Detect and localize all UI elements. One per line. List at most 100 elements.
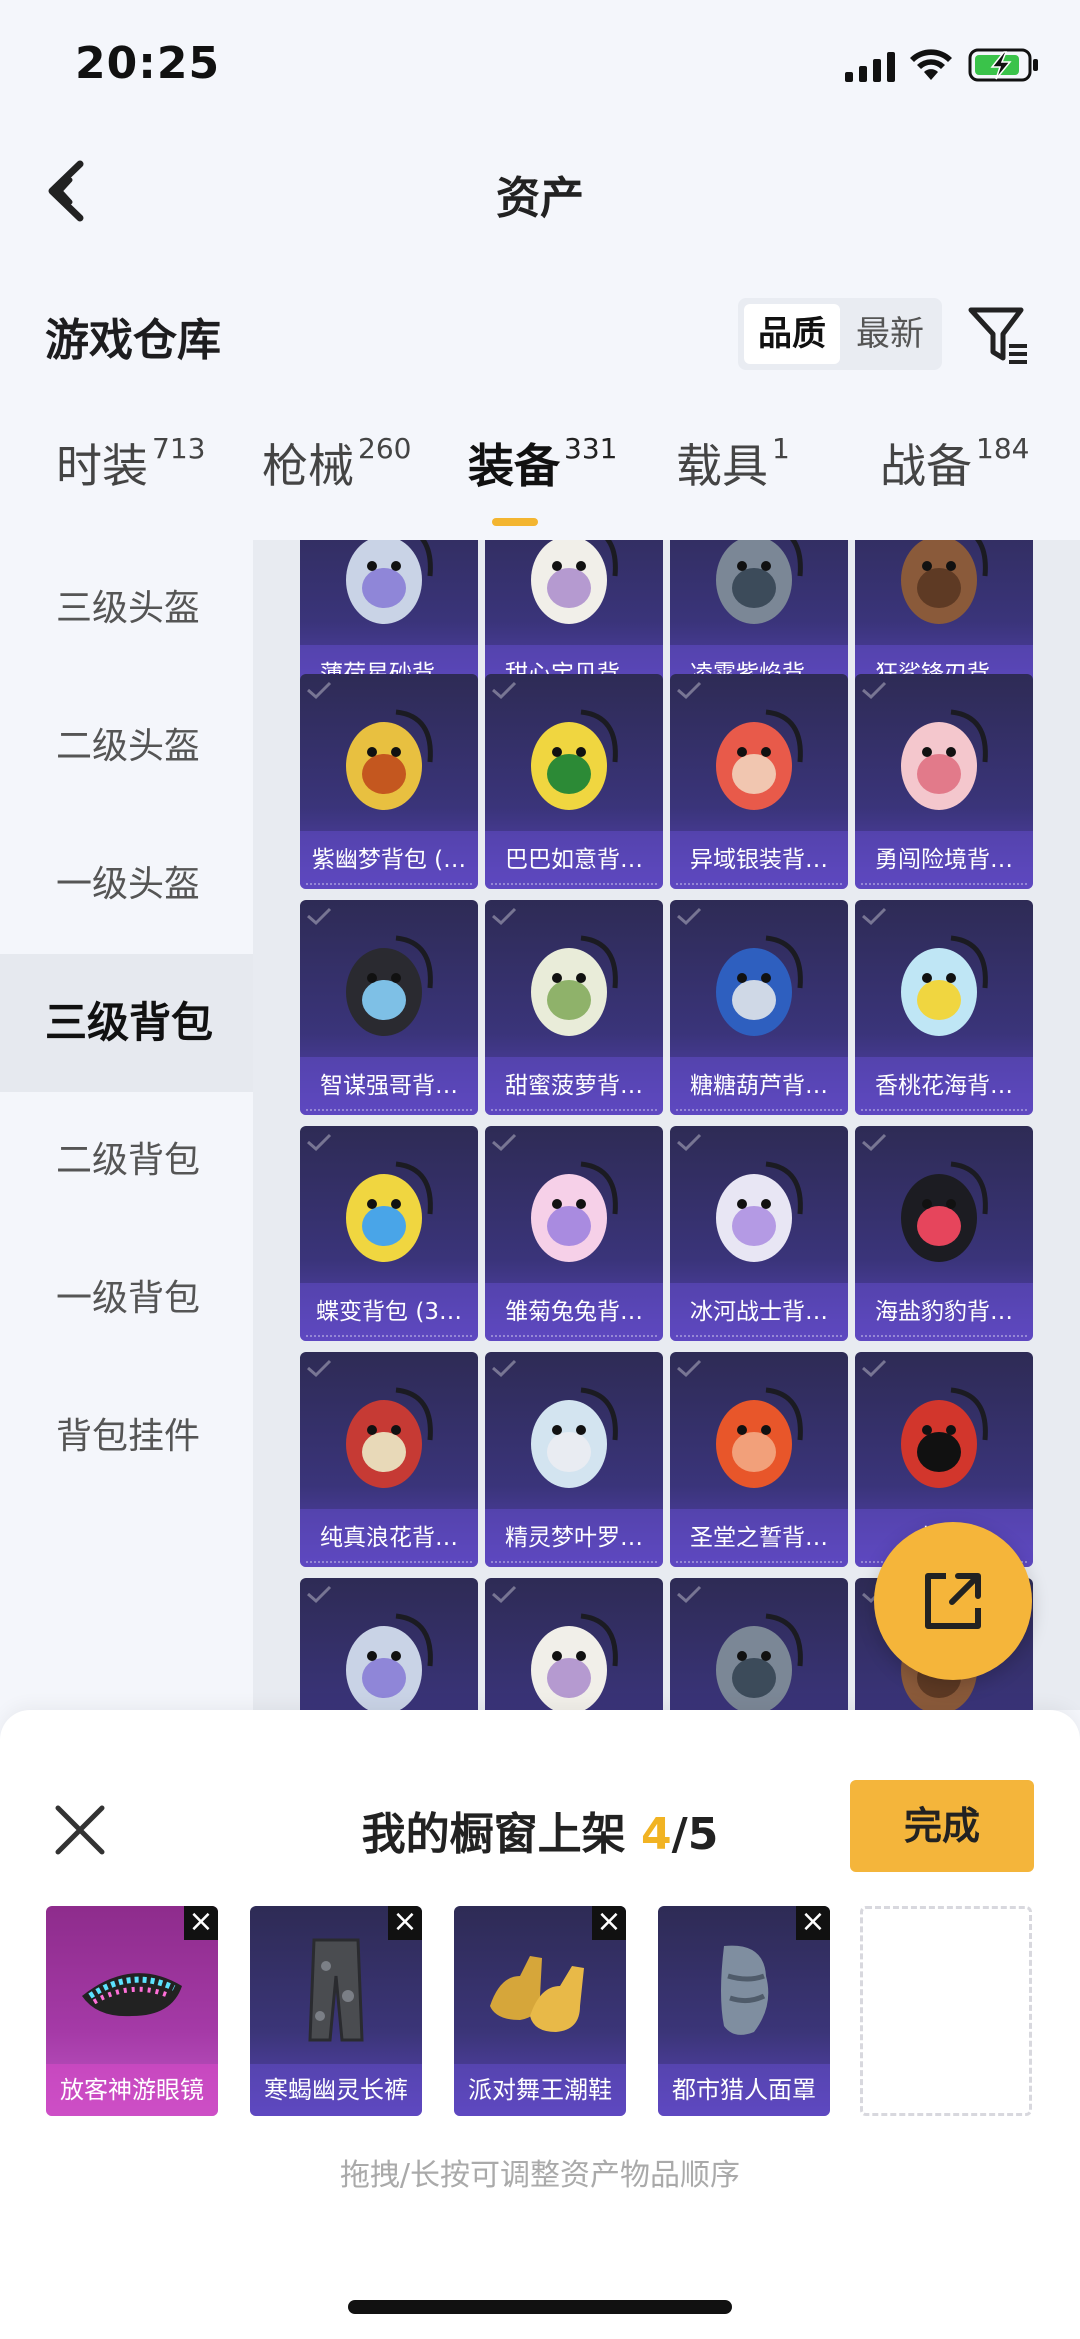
backpack-card[interactable]: 纯真浪花背… (300, 1352, 478, 1567)
sneakers-icon (490, 1956, 584, 2032)
tab-supplies[interactable]: 战备 184 (880, 430, 1029, 496)
tab-vehicles[interactable]: 载具 1 (676, 430, 790, 496)
backpack-icon (346, 935, 433, 1036)
backpack-icon (716, 1613, 803, 1710)
done-button[interactable]: 完成 (850, 1780, 1034, 1872)
active-tab-indicator (492, 518, 538, 526)
backpack-name: 勇闯险境背… (855, 831, 1033, 889)
backpack-card[interactable]: 圣堂之誓背… (670, 1352, 848, 1567)
check-icon (862, 1133, 887, 1152)
sidebar-item-backpack-2[interactable]: 二级背包 (0, 1092, 253, 1230)
sidebar-item-backpack-3[interactable]: 三级背包 (0, 954, 253, 1092)
backpack-card[interactable]: 异域银装背… (670, 674, 848, 889)
tab-fashion[interactable]: 时装 713 (56, 430, 205, 496)
backpack-icon (346, 1161, 433, 1262)
backpack-card[interactable] (485, 1578, 663, 1710)
label-divider (491, 883, 657, 885)
remove-icon[interactable]: × (796, 1906, 830, 1940)
external-link-icon (925, 1573, 981, 1629)
check-icon (307, 1585, 332, 1604)
check-icon (307, 681, 332, 700)
backpack-icon (346, 1613, 433, 1710)
label-divider (306, 1335, 472, 1337)
sidebar-item-helmet-3[interactable]: 三级头盔 (0, 540, 253, 678)
sort-quality-button[interactable]: 品质 (744, 304, 840, 364)
backpack-icon (901, 1387, 988, 1488)
label-divider (491, 1561, 657, 1563)
backpack-name: 蝶变背包 (3… (300, 1283, 478, 1341)
warehouse-title: 游戏仓库 (45, 315, 221, 366)
check-icon (492, 1585, 517, 1604)
tab-equipment[interactable]: 装备 331 (468, 430, 617, 496)
backpack-card[interactable]: 精灵梦叶罗… (485, 1352, 663, 1567)
nav-header: 资产 (0, 140, 1080, 240)
backpack-name: 纯真浪花背… (300, 1509, 478, 1567)
label-divider (861, 883, 1027, 885)
check-icon (492, 1133, 517, 1152)
check-icon (492, 681, 517, 700)
check-icon (862, 1359, 887, 1378)
pants-icon (308, 1938, 364, 2042)
sidebar-item-backpack-1[interactable]: 一级背包 (0, 1230, 253, 1368)
backpack-name: 巴巴如意背… (485, 831, 663, 889)
sidebar-item-backpack-charm[interactable]: 背包挂件 (0, 1368, 253, 1506)
check-icon (492, 907, 517, 926)
backpack-name: 糖糖葫芦背… (670, 1057, 848, 1115)
check-icon (307, 1359, 332, 1378)
backpack-card[interactable]: 巴巴如意背… (485, 674, 663, 889)
subcategory-sidebar: 三级头盔 二级头盔 一级头盔 三级背包 二级背包 一级背包 背包挂件 (0, 540, 253, 1710)
check-icon (862, 681, 887, 700)
label-divider (306, 883, 472, 885)
status-time: 20:25 (75, 38, 221, 89)
check-icon (677, 1585, 702, 1604)
showcase-slot-3[interactable]: × 派对舞王潮鞋 (454, 1906, 626, 2116)
backpack-card[interactable] (300, 1578, 478, 1710)
backpack-card[interactable]: 蝶变背包 (3… (300, 1126, 478, 1341)
sort-newest-button[interactable]: 最新 (842, 304, 938, 364)
showcase-slot-empty[interactable] (860, 1906, 1032, 2116)
backpack-name: 雏菊兔兔背… (485, 1283, 663, 1341)
backpack-icon (346, 709, 433, 810)
backpack-card[interactable]: 雏菊兔兔背… (485, 1126, 663, 1341)
label-divider (676, 1109, 842, 1111)
backpack-icon (901, 540, 988, 624)
filter-icon[interactable] (965, 302, 1031, 368)
check-icon (307, 1133, 332, 1152)
remove-icon[interactable]: × (388, 1906, 422, 1940)
backpack-card[interactable]: 勇闯险境背… (855, 674, 1033, 889)
backpack-card[interactable]: 智谋强哥背… (300, 900, 478, 1115)
backpack-icon (531, 709, 618, 810)
warehouse-bar: 游戏仓库 品质 最新 (0, 290, 1080, 380)
backpack-name: 精灵梦叶罗… (485, 1509, 663, 1567)
remove-icon[interactable]: × (184, 1906, 218, 1940)
backpack-card[interactable]: 海盐豹豹背… (855, 1126, 1033, 1341)
page-title: 资产 (496, 173, 584, 224)
backpack-name: 智谋强哥背… (300, 1057, 478, 1115)
share-fab-button[interactable] (874, 1522, 1032, 1680)
status-bar: 20:25 (0, 0, 1080, 130)
showcase-slot-1[interactable]: × 放客神游眼镜 (46, 1906, 218, 2116)
label-divider (491, 1335, 657, 1337)
reorder-hint: 拖拽/长按可调整资产物品顺序 (339, 2158, 741, 2193)
backpack-icon (531, 1613, 618, 1710)
backpack-card[interactable]: 冰河战士背… (670, 1126, 848, 1341)
backpack-icon (346, 540, 433, 624)
backpack-card[interactable]: 甜蜜菠萝背… (485, 900, 663, 1115)
backpack-icon (901, 1161, 988, 1262)
backpack-card[interactable] (670, 1578, 848, 1710)
tab-firearms[interactable]: 枪械 260 (262, 430, 411, 496)
backpack-icon (716, 540, 803, 624)
sidebar-item-helmet-1[interactable]: 一级头盔 (0, 816, 253, 954)
label-divider (861, 1109, 1027, 1111)
sidebar-item-helmet-2[interactable]: 二级头盔 (0, 678, 253, 816)
backpack-name: 异域银装背… (670, 831, 848, 889)
remove-icon[interactable]: × (592, 1906, 626, 1940)
showcase-slot-4[interactable]: × 都市猎人面罩 (658, 1906, 830, 2116)
backpack-icon (346, 1387, 433, 1488)
backpack-icon (716, 935, 803, 1036)
backpack-card[interactable]: 香桃花海背… (855, 900, 1033, 1115)
showcase-slot-2[interactable]: × 寒蝎幽灵长裤 (250, 1906, 422, 2116)
backpack-card[interactable]: 紫幽梦背包 (… (300, 674, 478, 889)
backpack-icon (901, 709, 988, 810)
backpack-card[interactable]: 糖糖葫芦背… (670, 900, 848, 1115)
